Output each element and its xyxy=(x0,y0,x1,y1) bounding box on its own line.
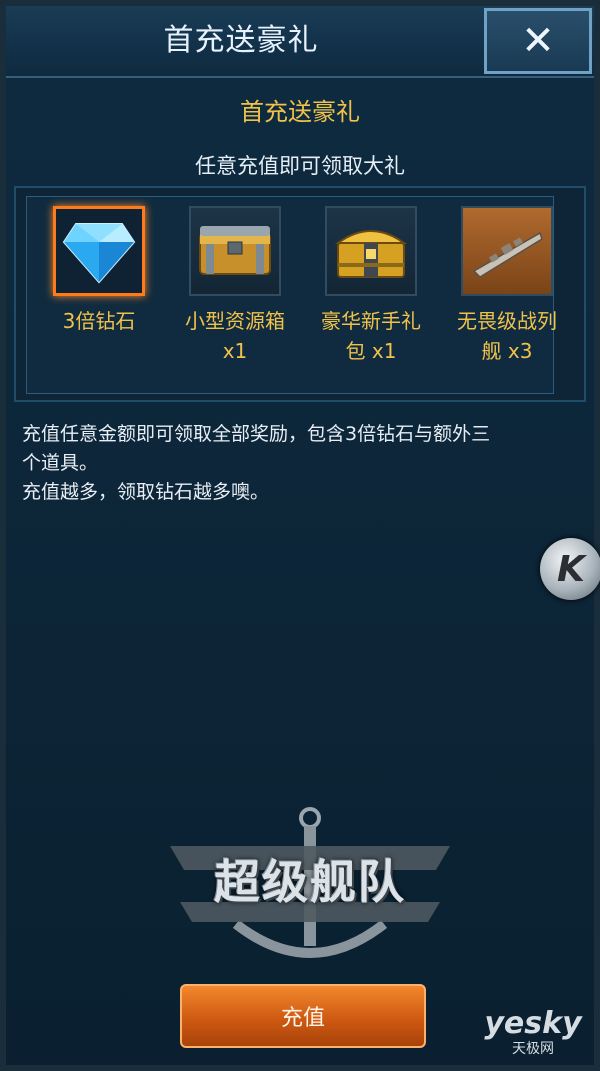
logo-text: 超级舰队 xyxy=(214,855,406,909)
battleship-icon xyxy=(461,206,553,296)
panel-subtitle: 首充送豪礼 xyxy=(240,98,360,126)
watermark-sub: 天极网 xyxy=(512,1041,554,1057)
watermark-brand: yesky xyxy=(484,1006,582,1041)
floating-k-button[interactable]: K xyxy=(540,538,600,600)
reward-item[interactable]: 豪华新手礼 包 x1 xyxy=(306,206,436,366)
game-logo: 超级舰队 xyxy=(166,806,454,974)
gift-chest-icon xyxy=(325,206,417,296)
diamond-icon xyxy=(53,206,145,296)
watermark: yesky 天极网 xyxy=(478,1008,588,1058)
k-icon: K xyxy=(557,548,585,590)
panel-subtext: 任意充值即可领取大礼 xyxy=(195,154,405,178)
reward-label: 无畏级战列 舰 x3 xyxy=(457,309,557,363)
resource-crate-icon xyxy=(189,206,281,296)
dialog-title: 首充送豪礼 xyxy=(163,23,319,58)
reward-description: 充值任意金额即可领取全部奖励，包含3倍钻石与额外三 个道具。 充值越多，领取钻石… xyxy=(22,423,491,503)
reward-item[interactable]: 3倍钻石 xyxy=(34,206,164,336)
dialog-header: 首充送豪礼 ✕ xyxy=(6,6,594,78)
close-icon: ✕ xyxy=(521,18,555,64)
close-button[interactable]: ✕ xyxy=(484,8,592,74)
reward-label: 小型资源箱 x1 xyxy=(185,309,285,363)
recharge-button[interactable]: 充值 xyxy=(180,984,426,1048)
reward-item[interactable]: 小型资源箱 x1 xyxy=(170,206,300,366)
reward-item[interactable]: 无畏级战列 舰 x3 xyxy=(442,206,572,366)
reward-label: 豪华新手礼 包 x1 xyxy=(321,309,421,363)
reward-label: 3倍钻石 xyxy=(62,309,136,333)
